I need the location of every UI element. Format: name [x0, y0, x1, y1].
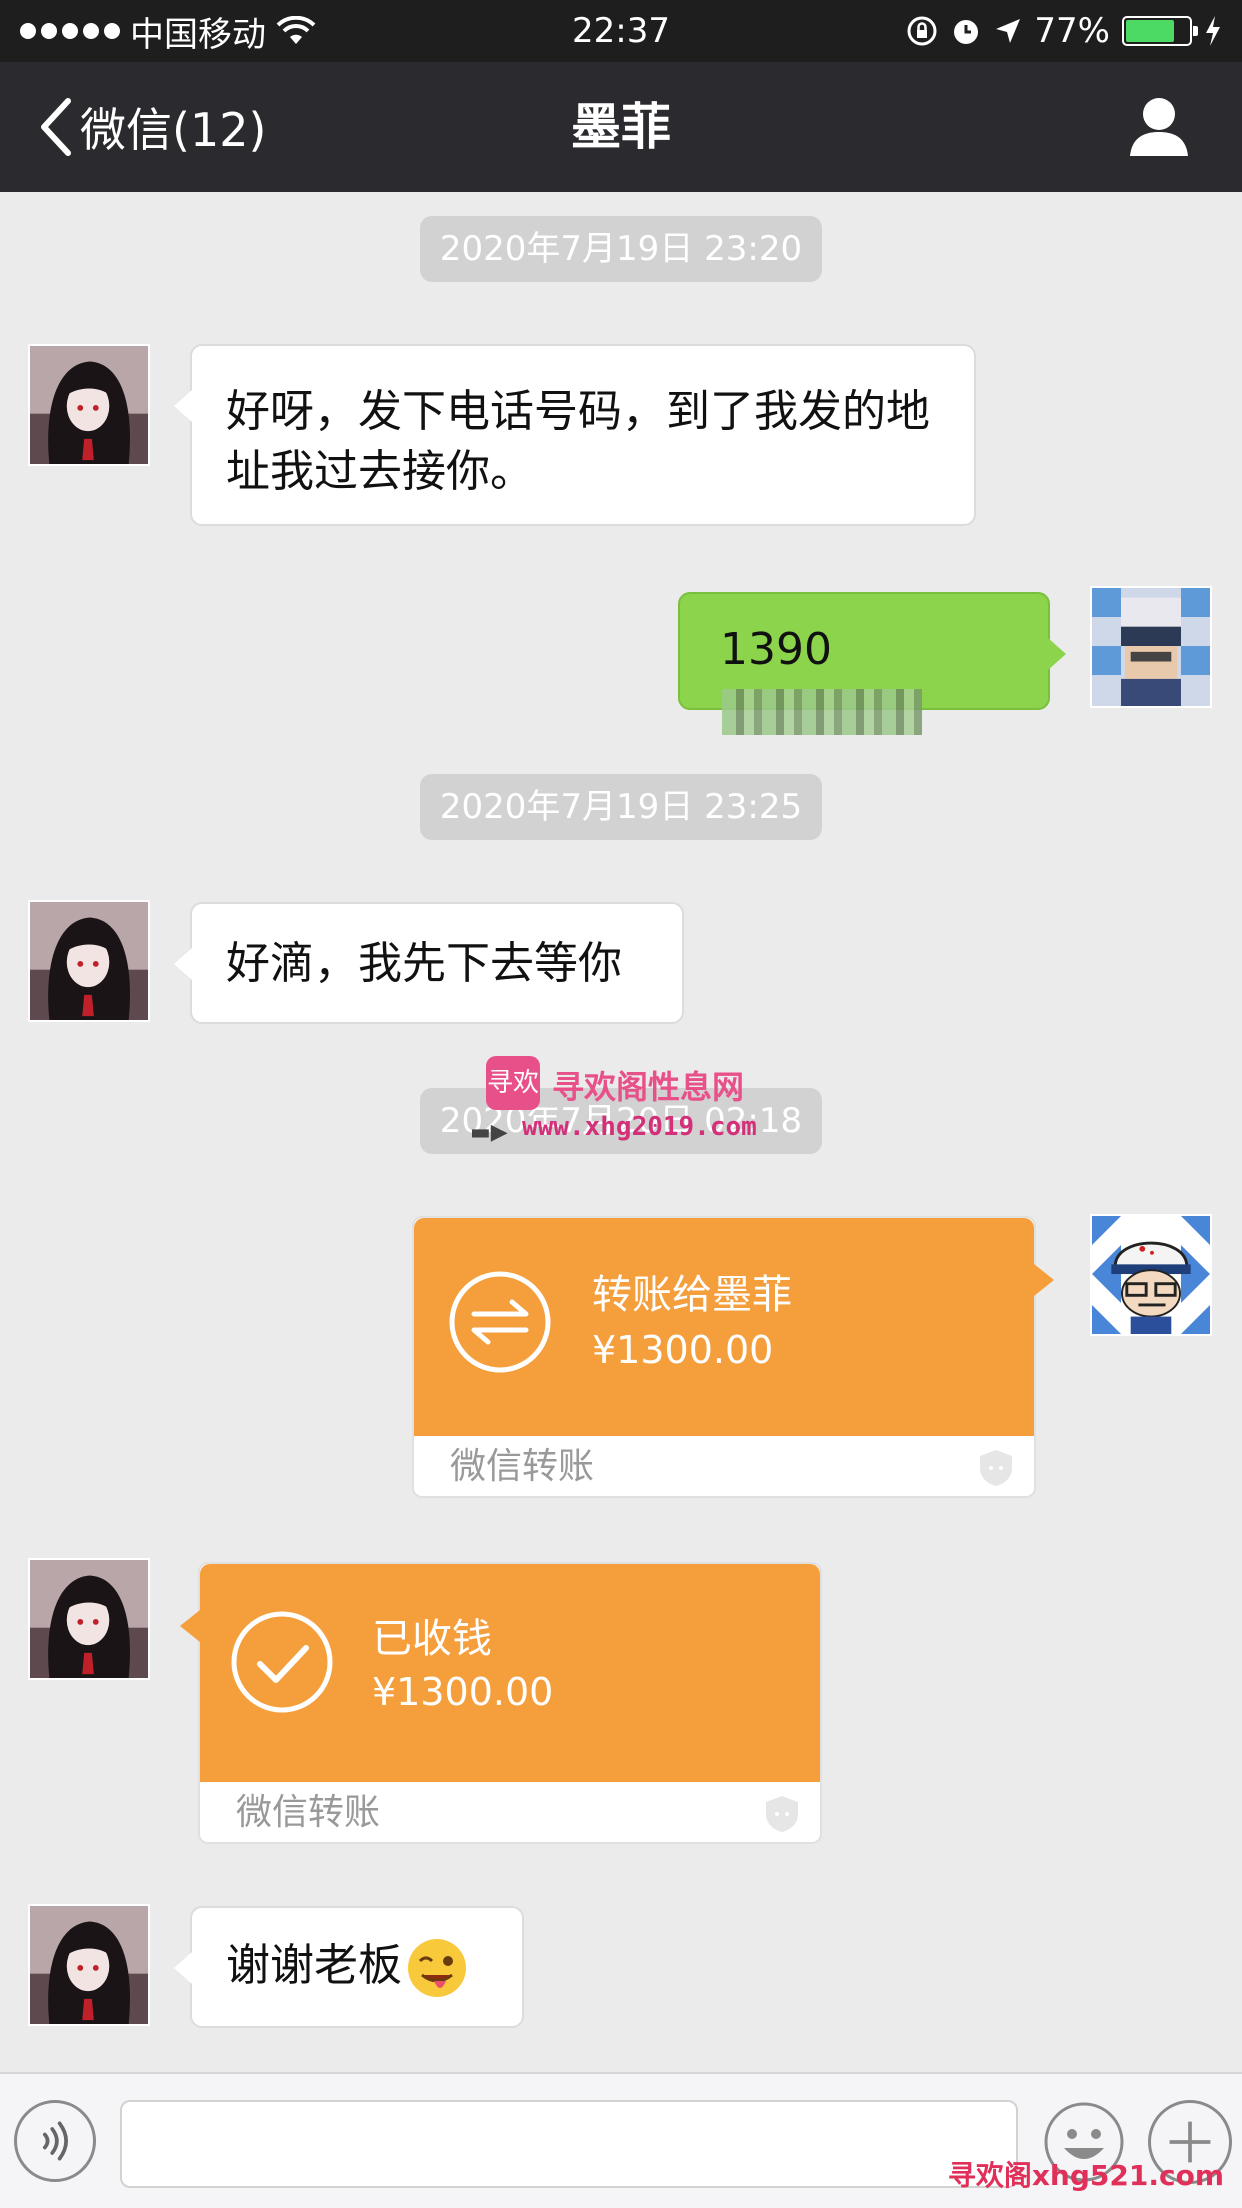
- status-bar: 中国移动 22:37 77%: [0, 0, 1242, 62]
- timestamp-pill: 2020年7月19日 23:20: [420, 216, 822, 282]
- message-bubble-received[interactable]: 好滴，我先下去等你: [174, 902, 684, 1024]
- message-bubble-received[interactable]: 谢谢老板: [174, 1906, 524, 2028]
- bubble-tail: [180, 1610, 200, 1642]
- redacted-phone-digits: [722, 689, 922, 735]
- back-button[interactable]: 微信(12): [38, 62, 266, 192]
- watermark-arrow-icon: ▬▶: [470, 1120, 508, 1145]
- anime-girl-avatar-icon: [30, 1906, 148, 2024]
- wink-tongue-emoji-icon: [408, 1939, 466, 1997]
- shield-icon: [980, 1450, 1012, 1486]
- self-avatar-pixelated[interactable]: [1090, 586, 1212, 708]
- checkmark-icon: [231, 1611, 333, 1713]
- shield-icon: [766, 1796, 798, 1832]
- signal-strength-icon: [20, 23, 120, 39]
- bubble-tail: [1034, 1264, 1054, 1296]
- chevron-left-icon: [41, 98, 71, 156]
- transfer-card-sent[interactable]: 转账给墨菲 ¥1300.00 微信转账: [412, 1216, 1054, 1498]
- site-watermark: 寻欢 寻欢阁性息网 ▬▶ www.xhg2019.com: [470, 1056, 800, 1146]
- cartoon-boy-avatar-icon: [1092, 1216, 1210, 1334]
- transfer-footer-label: 微信转账: [236, 1792, 381, 1833]
- battery-fill: [1126, 20, 1174, 42]
- status-left: 中国移动: [20, 7, 316, 56]
- transfer-footer: 微信转账: [414, 1436, 1034, 1498]
- transfer-amount: ¥1300.00: [592, 1328, 774, 1372]
- message-input[interactable]: [120, 2100, 1018, 2188]
- voice-icon[interactable]: [14, 2100, 96, 2182]
- corner-watermark: 寻欢阁xhg521.com: [947, 2159, 1224, 2192]
- alarm-icon: [954, 20, 979, 44]
- nav-bar: 微信(12) 墨菲: [0, 62, 1242, 192]
- transfer-title: 转账给墨菲: [592, 1272, 792, 1318]
- transfer-amount: ¥1300.00: [372, 1670, 554, 1714]
- message-text: 1390: [720, 624, 832, 675]
- transfer-card-received[interactable]: 已收钱 ¥1300.00 微信转账: [180, 1562, 822, 1844]
- carrier-label: 中国移动: [130, 14, 266, 55]
- pixelated-avatar-icon: [1092, 588, 1210, 706]
- location-arrow-icon: [996, 19, 1021, 43]
- watermark-site-name: 寻欢阁性息网: [552, 1068, 745, 1106]
- back-label: 微信(12): [80, 103, 267, 157]
- anime-girl-avatar-icon: [30, 346, 148, 464]
- contact-avatar[interactable]: [28, 900, 150, 1022]
- anime-girl-avatar-icon: [30, 1560, 148, 1678]
- battery-percent: 77%: [1034, 11, 1110, 51]
- input-bar: 寻欢阁xhg521.com: [0, 2072, 1242, 2208]
- watermark-url: www.xhg2019.com: [522, 1112, 757, 1142]
- rotation-lock-icon: [907, 16, 937, 46]
- contact-avatar[interactable]: [28, 344, 150, 466]
- watermark-logo: 寻欢: [486, 1056, 540, 1110]
- message-text: 好呀，发下电话号码，到了我发的地址我过去接你。: [226, 386, 930, 497]
- message-bubble-received[interactable]: 好呀，发下电话号码，到了我发的地址我过去接你。: [174, 344, 976, 526]
- contact-avatar[interactable]: [28, 1904, 150, 2026]
- message-text: 好滴，我先下去等你: [226, 938, 622, 989]
- person-icon[interactable]: [1126, 94, 1192, 160]
- self-avatar[interactable]: [1090, 1214, 1212, 1336]
- status-right: 77%: [906, 11, 1222, 51]
- transfer-arrows-icon: [449, 1271, 551, 1373]
- message-bubble-sent[interactable]: 1390: [678, 592, 1066, 735]
- timestamp-pill: 2020年7月19日 23:25: [420, 774, 822, 840]
- anime-girl-avatar-icon: [30, 902, 148, 1020]
- battery-icon: [1122, 16, 1198, 46]
- charging-bolt-icon: [1206, 16, 1220, 46]
- transfer-footer-label: 微信转账: [450, 1446, 595, 1487]
- message-text: 谢谢老板: [226, 1940, 402, 1991]
- transfer-title: 已收钱: [372, 1616, 492, 1662]
- transfer-card-body: 转账给墨菲 ¥1300.00: [414, 1218, 1054, 1436]
- transfer-card-body: 已收钱 ¥1300.00: [180, 1564, 820, 1782]
- wifi-icon: [276, 16, 316, 44]
- contact-avatar[interactable]: [28, 1558, 150, 1680]
- transfer-footer: 微信转账: [200, 1782, 820, 1844]
